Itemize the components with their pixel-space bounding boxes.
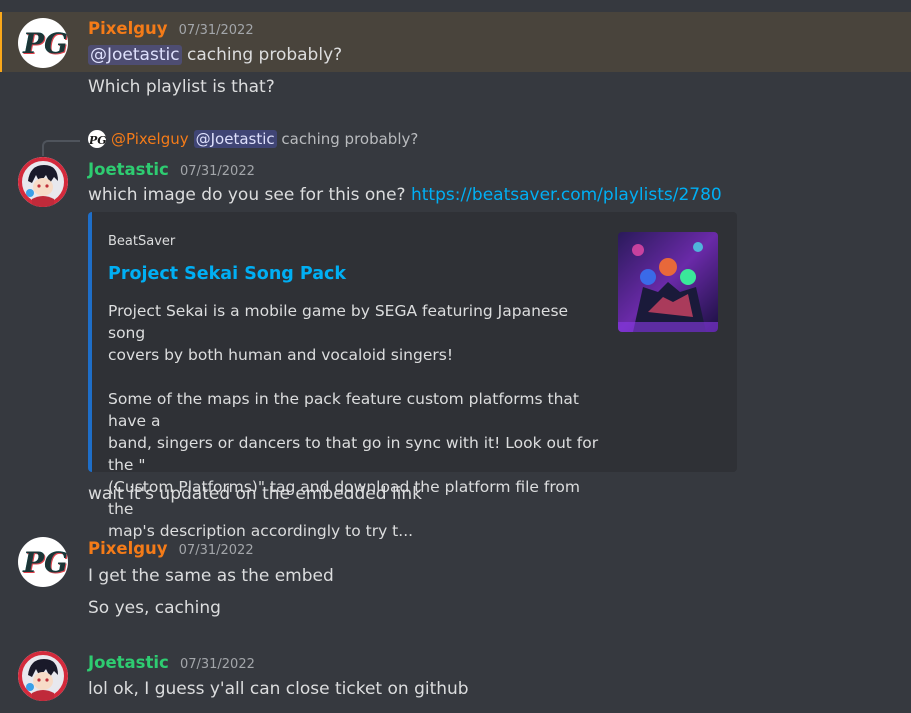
timestamp[interactable]: 07/31/2022 xyxy=(180,657,255,672)
pixelguy-avatar[interactable]: PG PG PG xyxy=(18,18,68,68)
message-header: Joetastic 07/31/2022 xyxy=(88,653,255,672)
joetastic-avatar[interactable] xyxy=(18,157,68,207)
message-text: wait it's updated on the embedded link xyxy=(88,484,422,504)
message-text: lol ok, I guess y'all can close ticket o… xyxy=(88,679,469,699)
embed-description: Project Sekai is a mobile game by SEGA f… xyxy=(108,300,608,542)
embed-desc-line: band, singers or dancers to that go in s… xyxy=(108,434,599,474)
anime-character-avatar-icon xyxy=(18,157,68,207)
message-text: I get the same as the embed xyxy=(88,566,334,586)
message-text-body: which image do you see for this one? xyxy=(88,185,411,205)
link-embed: BeatSaver Project Sekai Song Pack Projec… xyxy=(88,212,737,540)
username-pixelguy[interactable]: Pixelguy xyxy=(88,19,168,38)
timestamp[interactable]: 07/31/2022 xyxy=(179,23,254,38)
message-header: Pixelguy 07/31/2022 xyxy=(88,539,254,558)
message-text: Which playlist is that? xyxy=(88,77,275,97)
reply-username[interactable]: @Pixelguy xyxy=(111,130,189,148)
message-header: Pixelguy 07/31/2022 xyxy=(88,19,254,38)
embed-desc-line: Project Sekai is a mobile game by SEGA f… xyxy=(108,302,569,342)
embed-desc-line: Some of the maps in the pack feature cus… xyxy=(108,390,579,430)
message-text: which image do you see for this one? htt… xyxy=(88,185,722,205)
pixelguy-avatar[interactable]: PG PG PG xyxy=(18,537,68,587)
message-header: Joetastic 07/31/2022 xyxy=(88,160,255,179)
message-text: @Joetastic caching probably? xyxy=(88,45,342,65)
username-joetastic[interactable]: Joetastic xyxy=(88,160,169,179)
timestamp[interactable]: 07/31/2022 xyxy=(179,543,254,558)
username-joetastic[interactable]: Joetastic xyxy=(88,653,169,672)
svg-text:PG: PG xyxy=(88,134,106,147)
joetastic-avatar[interactable] xyxy=(18,651,68,701)
timestamp[interactable]: 07/31/2022 xyxy=(180,164,255,179)
svg-text:PG: PG xyxy=(22,546,68,579)
message-text: So yes, caching xyxy=(88,598,221,618)
pg-logo-avatar-icon: PG PG PG xyxy=(18,18,68,68)
svg-text:PG: PG xyxy=(22,27,68,60)
embed-desc-line: map's description accordingly to try t..… xyxy=(108,522,414,540)
username-pixelguy[interactable]: Pixelguy xyxy=(88,539,168,558)
reply-avatar-pixelguy: PG xyxy=(88,130,106,148)
anime-character-avatar-icon xyxy=(18,651,68,701)
playlist-cover-image-icon xyxy=(618,232,718,332)
embed-thumbnail[interactable] xyxy=(618,232,718,332)
embed-title-link[interactable]: Project Sekai Song Pack xyxy=(108,264,346,284)
embed-provider: BeatSaver xyxy=(108,234,176,249)
reply-preview[interactable]: PG @Pixelguy @Joetastic caching probably… xyxy=(88,130,418,148)
reply-text: caching probably? xyxy=(276,130,419,148)
reply-spine xyxy=(42,140,80,156)
pg-logo-avatar-icon: PG xyxy=(88,130,106,148)
pg-logo-avatar-icon: PG PG PG xyxy=(18,537,68,587)
playlist-link[interactable]: https://beatsaver.com/playlists/2780 xyxy=(411,185,722,205)
mention-joetastic[interactable]: @Joetastic xyxy=(88,45,182,65)
embed-desc-line: covers by both human and vocaloid singer… xyxy=(108,346,454,364)
reply-mention: @Joetastic xyxy=(193,130,277,148)
message-text-rest: caching probably? xyxy=(181,45,343,65)
chat-view: PG PG PG Pixelguy 07/31/2022 @Joetastic … xyxy=(0,0,911,713)
